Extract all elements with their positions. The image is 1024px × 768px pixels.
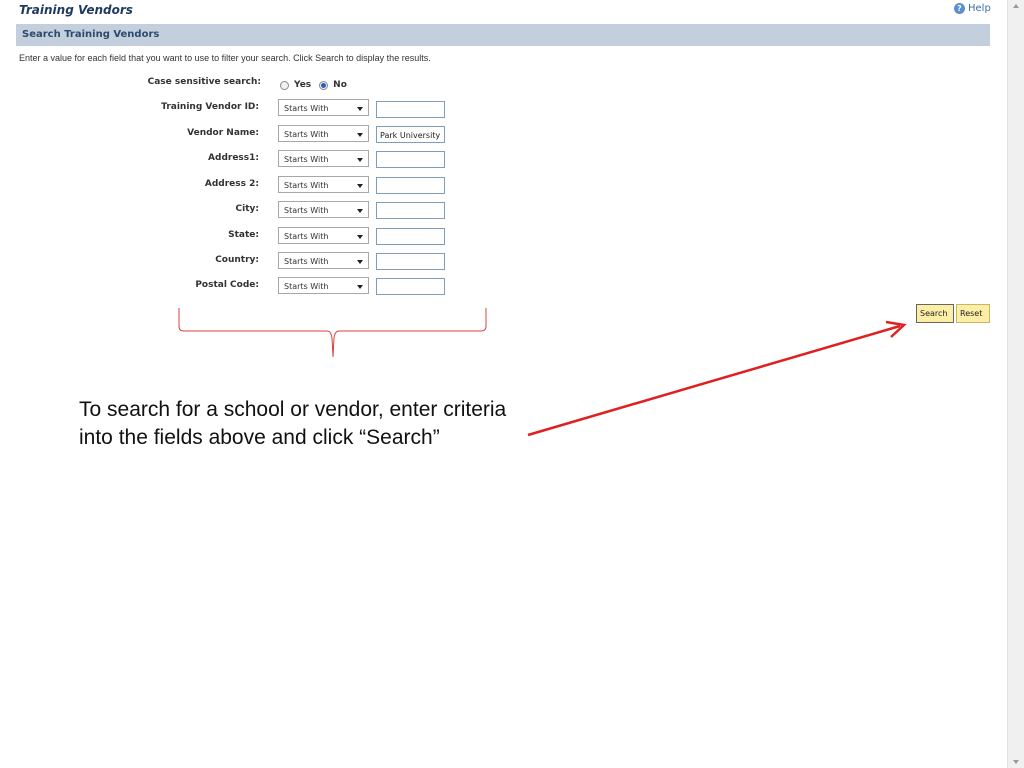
vertical-scrollbar[interactable] [1007, 0, 1024, 768]
curly-brace-annotation [178, 308, 487, 358]
scroll-down-icon[interactable] [1013, 760, 1019, 764]
callout-line-1: To search for a school or vendor, enter … [79, 398, 507, 421]
scroll-up-icon[interactable] [1013, 4, 1019, 8]
callout-text: To search for a school or vendor, enter … [79, 396, 506, 452]
annotation-overlay [178, 308, 907, 437]
callout-line-2: into the fields above and click “Search” [79, 426, 440, 449]
callout-arrow [527, 324, 901, 437]
